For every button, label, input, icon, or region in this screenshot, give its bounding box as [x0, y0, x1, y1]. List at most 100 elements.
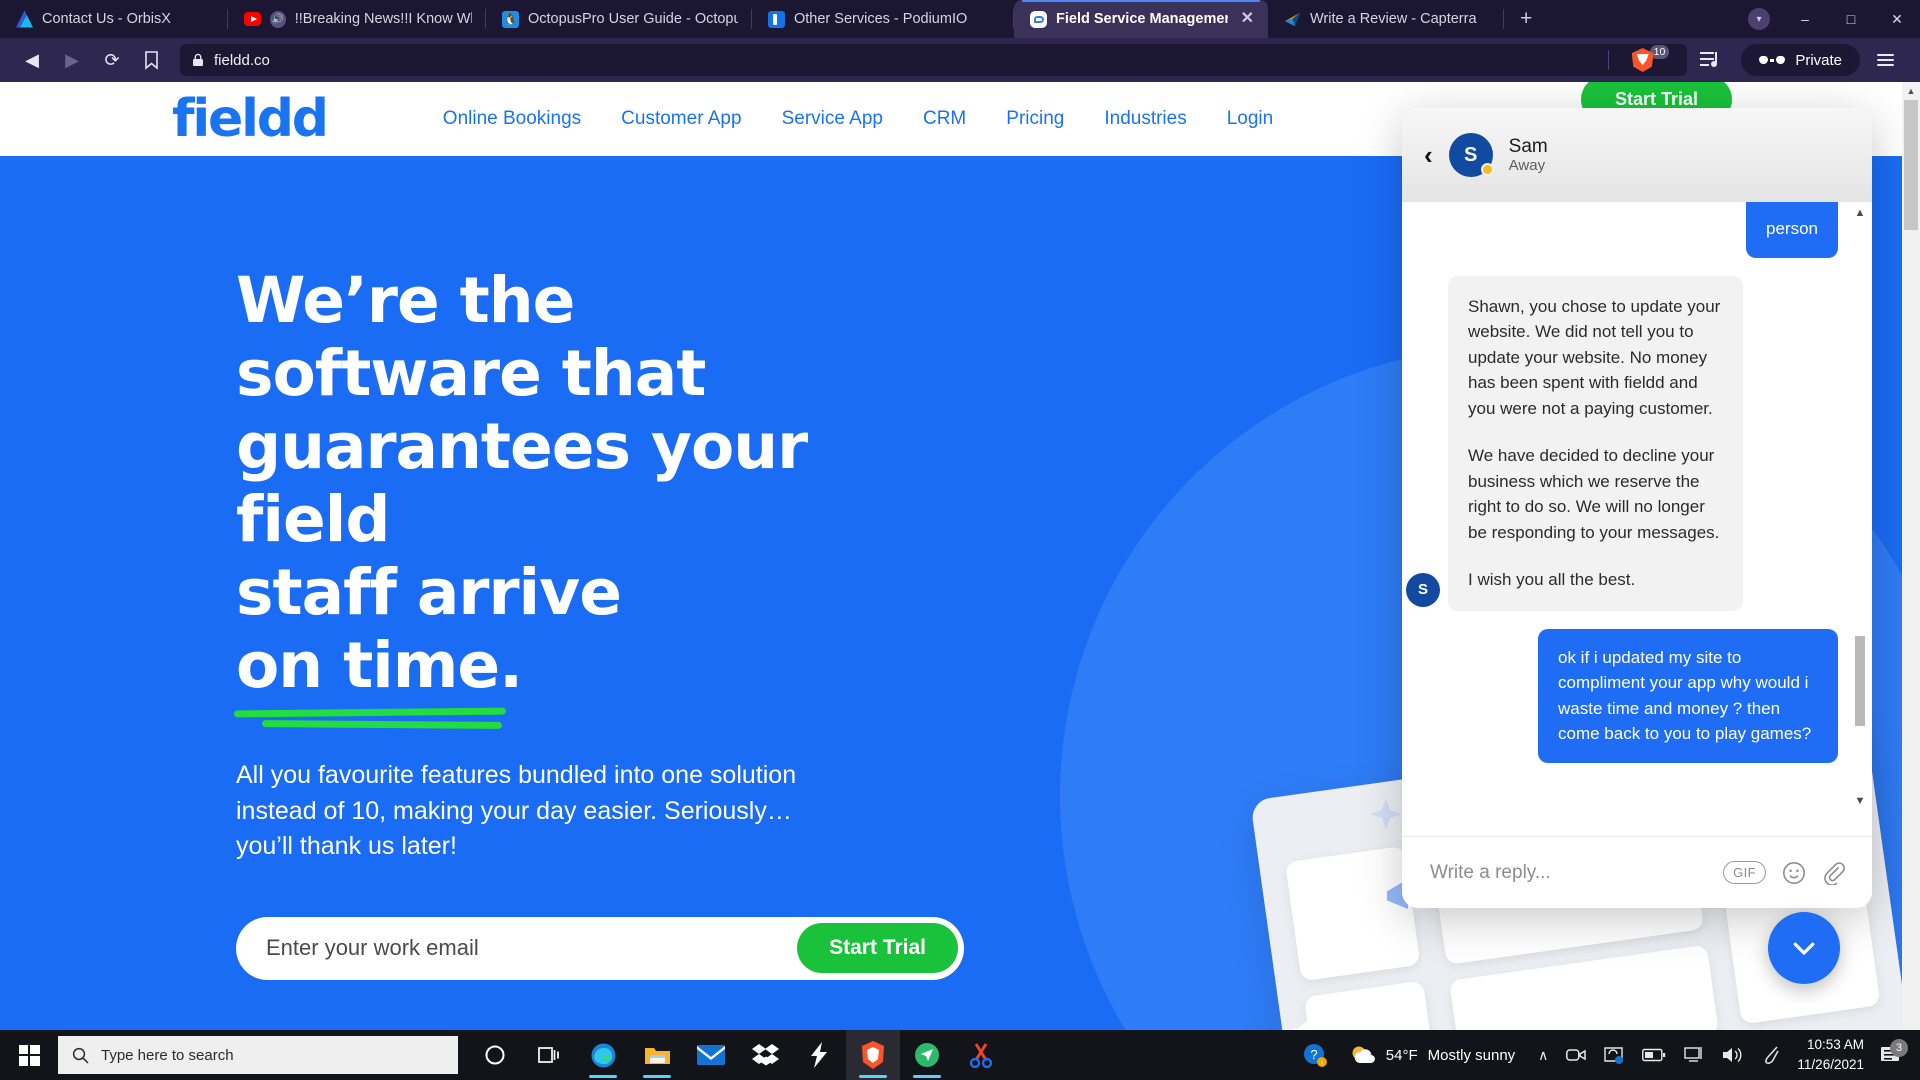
hero-heading-line-2: guarantees your field	[236, 410, 808, 557]
brave-shields-button[interactable]: 10	[1631, 45, 1670, 72]
streamlabs-icon[interactable]	[792, 1030, 846, 1080]
nav-item-industries[interactable]: Industries	[1104, 108, 1186, 130]
file-explorer-icon[interactable]	[630, 1030, 684, 1080]
start-trial-button[interactable]: Start Trial	[797, 923, 958, 974]
edge-icon[interactable]	[576, 1030, 630, 1080]
snip-sketch-icon[interactable]	[954, 1030, 1008, 1080]
browser-tab[interactable]: Other Services - PodiumIO	[752, 0, 1014, 38]
attachment-icon[interactable]	[1822, 861, 1846, 885]
help-icon[interactable]: ? i	[1294, 1030, 1336, 1080]
close-window-button[interactable]: ✕	[1874, 0, 1920, 38]
nav-item-pricing[interactable]: Pricing	[1006, 108, 1064, 130]
reply-input[interactable]: Write a reply...	[1430, 862, 1707, 884]
nav-item-service-app[interactable]: Service App	[782, 108, 883, 130]
weather-widget[interactable]: 54°F Mostly sunny	[1336, 1044, 1529, 1066]
chat-widget: ‹ S Sam Away person Shawn, you chose to …	[1402, 108, 1872, 908]
back-icon[interactable]: ◀	[14, 44, 50, 76]
hero-copy: We’re the software that guarantees your …	[0, 156, 964, 980]
system-tray: ? i 54°F Mostly sunny ∧ 10:53 AM 11/26/2…	[1294, 1030, 1920, 1080]
maximize-button[interactable]: □	[1828, 0, 1874, 38]
new-tab-button[interactable]: +	[1504, 0, 1548, 38]
screen: Contact Us - OrbisX 🔊 !!Breaking News!!I…	[0, 0, 1920, 1080]
mail-icon[interactable]	[684, 1030, 738, 1080]
navigation-icon[interactable]	[900, 1030, 954, 1080]
forward-icon[interactable]: ▶	[54, 44, 90, 76]
bookmark-icon[interactable]	[134, 44, 168, 76]
hero-heading: We’re the software that guarantees your …	[233, 264, 820, 730]
hero-heading-line-1: We’re the software that	[236, 264, 706, 411]
nav-item-customer-app[interactable]: Customer App	[621, 108, 741, 130]
away-status-dot	[1480, 163, 1494, 176]
agent-avatar: S	[1448, 133, 1494, 177]
site-nav: Online Bookings Customer App Service App…	[443, 108, 1273, 130]
chevron-down-icon	[1793, 942, 1815, 955]
show-hidden-icons-chevron[interactable]: ∧	[1529, 1030, 1557, 1080]
chat-message-outgoing: ok if i updated my site to compliment yo…	[1448, 628, 1838, 763]
page-scroll-up-arrow[interactable]: ▲	[1902, 82, 1920, 100]
web-page: fieldd Online Bookings Customer App Serv…	[0, 82, 1920, 1046]
clock-time: 10:53 AM	[1806, 1037, 1864, 1053]
email-input[interactable]: Enter your work email	[266, 935, 797, 961]
tab-title: Field Service Management S	[1056, 11, 1228, 27]
chat-message-list[interactable]: person Shawn, you chose to update your w…	[1402, 202, 1872, 836]
agent-name: Sam	[1508, 135, 1548, 157]
minimize-button[interactable]: –	[1782, 0, 1828, 38]
cortana-icon[interactable]	[468, 1030, 522, 1080]
meet-now-icon[interactable]	[1557, 1030, 1595, 1080]
emoji-icon[interactable]	[1782, 861, 1806, 885]
brave-rewards-icon[interactable]: ▾	[1736, 0, 1782, 38]
pen-icon[interactable]	[1753, 1030, 1791, 1080]
page-scrollbar[interactable]: ▲ ▼	[1902, 82, 1920, 1046]
brave-icon[interactable]	[846, 1030, 900, 1080]
nav-item-online-bookings[interactable]: Online Bookings	[443, 108, 581, 130]
chat-message-incoming: Shawn, you chose to update your website.…	[1406, 275, 1838, 611]
close-icon[interactable]: ✕	[1241, 11, 1254, 27]
chat-message-outgoing: person	[1448, 202, 1838, 258]
mute-icon[interactable]: 🔊	[270, 10, 286, 28]
playlist-icon[interactable]	[1691, 44, 1731, 76]
onedrive-icon[interactable]	[1595, 1030, 1633, 1080]
lock-icon	[192, 53, 204, 67]
browser-tab[interactable]: 🔊 !!Breaking News!!I Know Who	[228, 0, 486, 38]
hero-heading-underlined-phrase: on time.	[233, 629, 523, 730]
chat-scrollbar[interactable]: ▲ ▼	[1854, 206, 1866, 808]
taskbar-clock[interactable]: 10:53 AM 11/26/2021	[1791, 1035, 1874, 1074]
scroll-down-arrow[interactable]: ▼	[1854, 794, 1866, 808]
toolbar-divider	[1608, 50, 1610, 70]
url-text: fieldd.co	[214, 51, 270, 69]
browser-tab[interactable]: Contact Us - OrbisX	[0, 0, 228, 38]
nav-item-crm[interactable]: CRM	[923, 108, 966, 130]
scrollbar-thumb[interactable]	[1855, 636, 1865, 726]
task-view-icon[interactable]	[522, 1030, 576, 1080]
gif-icon[interactable]: GIF	[1723, 861, 1766, 884]
tab-title: Write a Review - Capterra	[1310, 11, 1477, 27]
volume-icon[interactable]	[1713, 1030, 1753, 1080]
youtube-icon	[244, 12, 261, 26]
reload-icon[interactable]: ⟳	[94, 44, 130, 76]
agent-status: Away	[1508, 157, 1546, 175]
address-bar[interactable]: fieldd.co 10	[180, 44, 1688, 76]
browser-menu-icon[interactable]	[1864, 44, 1906, 76]
browser-tab-active[interactable]: Field Service Management S ✕	[1014, 0, 1268, 38]
dropbox-icon[interactable]	[738, 1030, 792, 1080]
windows-taskbar: Type here to search ? i 54°F Mostly sunn…	[0, 1030, 1920, 1080]
chat-launcher-button[interactable]	[1768, 912, 1840, 984]
start-button[interactable]	[0, 1030, 58, 1080]
page-scrollbar-thumb[interactable]	[1904, 100, 1918, 230]
scroll-up-arrow[interactable]: ▲	[1854, 206, 1866, 220]
taskbar-search[interactable]: Type here to search	[58, 1036, 458, 1074]
browser-tab[interactable]: Write a Review - Capterra	[1268, 0, 1504, 38]
network-icon[interactable]	[1675, 1030, 1713, 1080]
window-controls: ▾ – □ ✕	[1736, 0, 1920, 38]
browser-tab[interactable]: 🐧 OctopusPro User Guide - Octopu	[486, 0, 752, 38]
private-window-badge[interactable]: Private	[1741, 44, 1860, 76]
tab-title: !!Breaking News!!I Know Who	[294, 11, 472, 27]
site-logo[interactable]: fieldd	[172, 93, 329, 145]
battery-icon[interactable]	[1633, 1030, 1675, 1080]
chat-bubble: Shawn, you chose to update your website.…	[1448, 275, 1743, 611]
notification-center-button[interactable]: 3	[1874, 1039, 1916, 1065]
nav-item-login[interactable]: Login	[1227, 108, 1274, 130]
sender-avatar: S	[1406, 572, 1440, 607]
hero-heading-line-3-emphasis: on time.	[236, 629, 523, 703]
back-chevron-icon[interactable]: ‹	[1424, 142, 1433, 168]
